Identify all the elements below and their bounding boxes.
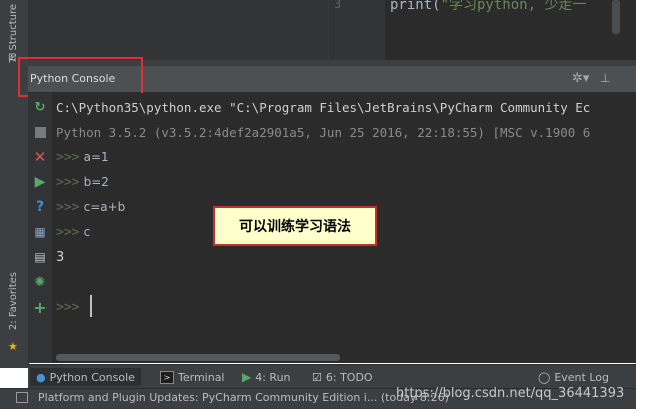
input-code: c=a+b xyxy=(83,200,126,214)
tab-label: 6: TODO xyxy=(325,370,373,384)
help-icon[interactable]: ? xyxy=(32,199,48,215)
console-input-line: >>> c xyxy=(56,225,90,240)
prompt: >>> xyxy=(56,175,80,190)
tab-label: 4: Run xyxy=(255,370,291,384)
todo-icon: ☑ xyxy=(312,370,322,384)
debug-icon[interactable]: ✺ xyxy=(32,274,48,290)
history-icon[interactable]: ▤ xyxy=(32,249,48,265)
console-hscroll[interactable] xyxy=(56,354,340,361)
rerun-icon[interactable]: ↻ xyxy=(32,99,48,115)
code-string: "学习python, 少走一 xyxy=(440,0,587,13)
watermark: https://blog.csdn.net/qq_36441393 xyxy=(396,386,625,401)
input-code: a=1 xyxy=(83,150,109,164)
console-input-line: >>> a=1 xyxy=(56,150,109,165)
editor-scrollbar[interactable] xyxy=(612,0,620,34)
terminal-icon: > xyxy=(160,370,174,384)
status-message[interactable]: Platform and Plugin Updates: PyCharm Com… xyxy=(38,391,449,404)
hide-panel-icon[interactable]: ⊥ xyxy=(600,71,610,85)
input-code: b=2 xyxy=(83,175,109,189)
prompt: >>> xyxy=(56,225,80,240)
page-margin xyxy=(636,0,650,416)
tab-terminal[interactable]: > Terminal xyxy=(160,368,225,386)
tab-event-log[interactable]: ◯ Event Log xyxy=(538,368,609,386)
structure-icon: ⊞ xyxy=(8,52,17,63)
prompt: >>> xyxy=(56,300,80,315)
execute-icon[interactable]: ▶ xyxy=(32,174,48,190)
left-tool-strip: 7: Structure 2: Favorites ⊞ ★ xyxy=(0,0,29,368)
python-icon: ● xyxy=(36,370,46,384)
tab-todo[interactable]: ☑ 6: TODO xyxy=(312,368,373,386)
show-variables-icon[interactable]: ▦ xyxy=(32,224,48,240)
gear-icon[interactable]: ✲▾ xyxy=(572,71,589,86)
console-line-command: C:\Python35\python.exe "C:\Program Files… xyxy=(56,100,591,115)
prompt: >>> xyxy=(56,150,80,165)
console-input-line: >>> c=a+b xyxy=(56,200,125,215)
prompt: >>> xyxy=(56,200,80,215)
tab-label: Terminal xyxy=(178,370,225,384)
annotation-callout: 可以训练学习语法 xyxy=(213,206,377,246)
console-output-value: 3 xyxy=(56,250,65,265)
window-icon[interactable] xyxy=(16,392,28,403)
favorites-tab[interactable]: 2: Favorites xyxy=(8,272,19,330)
run-icon: ▶ xyxy=(242,370,252,384)
highlight-box xyxy=(18,57,143,97)
tab-python-console[interactable]: ● Python Console xyxy=(30,368,141,386)
console-input-line: >>> b=2 xyxy=(56,175,109,190)
input-code: c xyxy=(83,225,91,239)
text-cursor xyxy=(90,295,92,317)
editor-code-line[interactable]: print("学习python, 少走一 xyxy=(390,0,586,14)
event-log-icon: ◯ xyxy=(538,370,551,384)
tab-label: Event Log xyxy=(554,370,609,384)
stop-icon[interactable] xyxy=(32,124,48,140)
console-prompt-active[interactable]: >>> xyxy=(56,300,79,315)
line-number: 3 xyxy=(334,0,342,11)
close-icon[interactable]: ✕ xyxy=(32,148,48,166)
code-prefix: print( xyxy=(390,0,441,13)
console-line-version: Python 3.5.2 (v3.5.2:4def2a2901a5, Jun 2… xyxy=(56,125,591,140)
tab-label: Python Console xyxy=(49,370,135,384)
tab-run[interactable]: ▶ 4: Run xyxy=(242,368,291,386)
star-icon: ★ xyxy=(8,340,18,353)
new-console-icon[interactable]: + xyxy=(32,298,48,317)
